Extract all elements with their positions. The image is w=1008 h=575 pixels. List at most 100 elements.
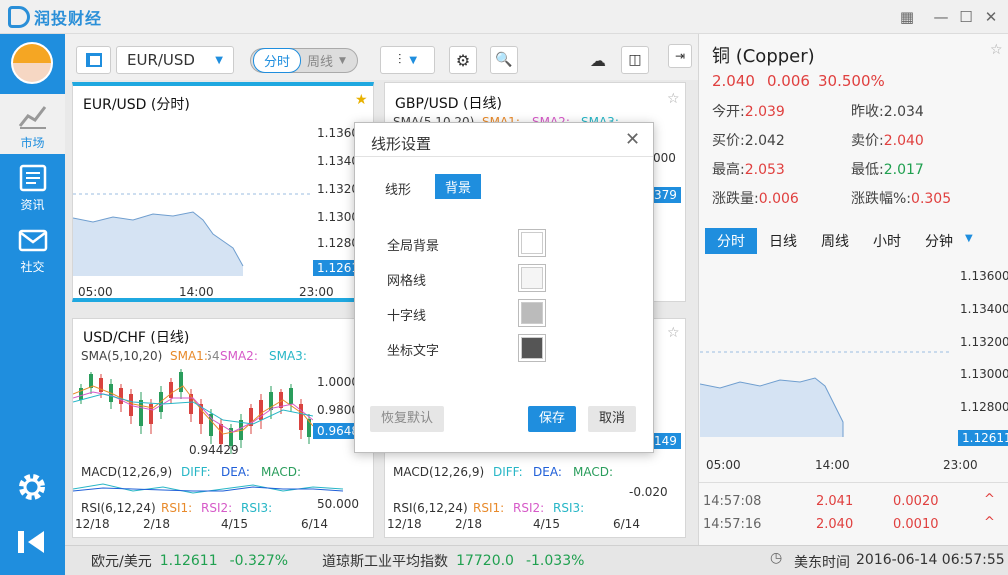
price-line-chart bbox=[73, 193, 313, 276]
trade-price: 2.041 bbox=[816, 494, 854, 509]
y-tick: 1.1300 bbox=[317, 210, 359, 224]
macd-chart bbox=[73, 483, 344, 494]
chart-type-select[interactable]: ⫶ ▼ bbox=[380, 46, 435, 74]
maximize-button[interactable]: ☐ bbox=[955, 6, 977, 28]
global-bg-swatch[interactable] bbox=[518, 229, 546, 257]
ticker-name[interactable]: 道琼斯工业平均指数 bbox=[322, 551, 448, 571]
candlestick-icon: ⫶ bbox=[397, 52, 402, 68]
collapse-icon[interactable] bbox=[16, 529, 48, 555]
star-icon[interactable]: ☆ bbox=[667, 91, 680, 107]
rsi-label: RSI(6,12,24) bbox=[81, 501, 156, 515]
search-doc-button[interactable]: 🔍 bbox=[490, 46, 518, 74]
sidebar-item-news[interactable]: 资讯 bbox=[0, 156, 65, 216]
x-tick: 12/18 bbox=[387, 517, 422, 531]
label: 涨跌幅%: bbox=[851, 191, 912, 207]
close-icon[interactable]: ✕ bbox=[625, 129, 640, 150]
star-icon[interactable]: ★ bbox=[355, 92, 368, 108]
x-tick: 2/18 bbox=[143, 517, 170, 531]
cancel-button[interactable]: 取消 bbox=[588, 406, 636, 432]
grid-line-swatch[interactable] bbox=[518, 264, 546, 292]
macd-diff: DIFF: bbox=[493, 465, 523, 479]
search-icon: 🔍 bbox=[495, 52, 513, 68]
tab-min-period[interactable]: 分钟 bbox=[913, 228, 965, 254]
chevron-down-icon: ▼ bbox=[339, 55, 346, 66]
y-tick: 000 bbox=[653, 151, 676, 165]
row-label: 全局背景 bbox=[387, 239, 440, 254]
y-tick: 1.13600 bbox=[960, 269, 1008, 283]
ticker-bar: 欧元/美元 1.12611 -0.327% 道琼斯工业平均指数 17720.0 … bbox=[65, 545, 698, 575]
cloud-upload-button[interactable]: ☁ bbox=[584, 46, 612, 74]
sidebar-item-social[interactable]: 社交 bbox=[0, 218, 65, 278]
toggle-week[interactable]: 周线 bbox=[301, 51, 339, 70]
up-arrow-icon: ^ bbox=[984, 492, 995, 507]
toggle-minute[interactable]: 分时 bbox=[253, 48, 302, 73]
quote-row-open: 今开:2.039 bbox=[712, 101, 785, 121]
ticker-name[interactable]: 欧元/美元 bbox=[91, 551, 152, 571]
macd-label: MACD(12,26,9) bbox=[393, 465, 485, 479]
split-icon: ◫ bbox=[628, 52, 642, 68]
chart-panel-eurusd[interactable]: EUR/USD (分时) ★ 1.1360 1.1340 1.1320 1.13… bbox=[72, 82, 374, 302]
label: 买价: bbox=[712, 133, 745, 149]
tab-minute[interactable]: 分时 bbox=[705, 228, 757, 254]
quote-row-bid: 买价:2.042 bbox=[712, 130, 785, 150]
star-icon[interactable]: ☆ bbox=[990, 42, 1003, 58]
document-icon bbox=[19, 164, 46, 192]
x-tick: 05:00 bbox=[78, 285, 113, 299]
symbol-select[interactable]: EUR/USD ▼ bbox=[116, 46, 234, 74]
split-view-button[interactable]: ◫ bbox=[621, 46, 649, 74]
settings-button[interactable]: ⚙ bbox=[449, 46, 477, 74]
sidebar: 市场 资讯 社交 bbox=[0, 34, 65, 575]
chevron-down-icon: ▼ bbox=[409, 54, 418, 66]
y-tick: 1.13400 bbox=[960, 302, 1008, 316]
layout-button[interactable] bbox=[76, 46, 111, 74]
quote-row-prev: 昨收:2.034 bbox=[851, 101, 924, 121]
y-tick: 0.9800 bbox=[317, 403, 359, 417]
y-tick: 1.12800 bbox=[960, 400, 1008, 414]
value: 2.042 bbox=[744, 133, 785, 149]
low-label: 0.94429 bbox=[189, 443, 239, 457]
chart-icon bbox=[18, 106, 46, 129]
indicator-sma1: SMA1: bbox=[170, 349, 208, 363]
x-tick: 4/15 bbox=[533, 517, 560, 531]
expand-button[interactable]: ⇥ bbox=[668, 44, 692, 68]
chart-panel-usdchf[interactable]: USD/CHF (日线) ☆ SMA(5,10,20) 0.02554 SMA1… bbox=[72, 318, 374, 538]
crosshair-swatch[interactable] bbox=[518, 299, 546, 327]
quote-row-low: 最低:2.017 bbox=[851, 159, 924, 179]
avatar[interactable] bbox=[11, 42, 53, 84]
close-button[interactable]: ✕ bbox=[980, 6, 1002, 28]
expand-icon: ⇥ bbox=[674, 49, 686, 63]
tab-background[interactable]: 背景 bbox=[435, 174, 482, 199]
ticker-pct: -1.033% bbox=[525, 552, 585, 569]
quote-row-chg: 涨跌量:0.006 bbox=[712, 188, 799, 208]
quote-price: 2.040 bbox=[712, 72, 755, 90]
grid-icon[interactable]: ▦ bbox=[896, 6, 918, 28]
x-tick: 6/14 bbox=[301, 517, 328, 531]
tab-hour[interactable]: 小时 bbox=[861, 228, 913, 254]
restore-default-button[interactable]: 恢复默认 bbox=[370, 406, 444, 432]
minimize-button[interactable]: — bbox=[930, 6, 952, 28]
tab-week[interactable]: 周线 bbox=[809, 228, 861, 254]
chevron-down-icon[interactable]: ▼ bbox=[965, 228, 973, 254]
logo-mark bbox=[8, 6, 30, 28]
x-tick: 23:00 bbox=[943, 458, 978, 472]
sidebar-item-market[interactable]: 市场 bbox=[0, 94, 65, 154]
gear-icon[interactable] bbox=[16, 471, 48, 503]
divider bbox=[355, 156, 653, 157]
tab-day[interactable]: 日线 bbox=[757, 228, 809, 254]
y-tick: 1.13200 bbox=[960, 335, 1008, 349]
label: 昨收: bbox=[851, 104, 884, 120]
rsi3: RSI3: bbox=[241, 501, 273, 515]
rsi2: RSI2: bbox=[201, 501, 233, 515]
x-tick: 2/18 bbox=[455, 517, 482, 531]
save-button[interactable]: 保存 bbox=[528, 406, 576, 432]
panel-title: EUR/USD (分时) bbox=[83, 97, 190, 113]
quote-line-chart bbox=[700, 351, 950, 437]
star-icon[interactable]: ☆ bbox=[667, 325, 680, 341]
label: 卖价: bbox=[851, 133, 884, 149]
x-tick: 12/18 bbox=[75, 517, 110, 531]
trade-time: 14:57:16 bbox=[703, 517, 762, 532]
axis-text-swatch[interactable] bbox=[518, 334, 546, 362]
period-toggle[interactable]: 分时 周线 ▼ bbox=[250, 48, 358, 73]
tab-line[interactable]: 线形 bbox=[385, 179, 411, 198]
indicator-sma: SMA(5,10,20) bbox=[81, 349, 163, 363]
